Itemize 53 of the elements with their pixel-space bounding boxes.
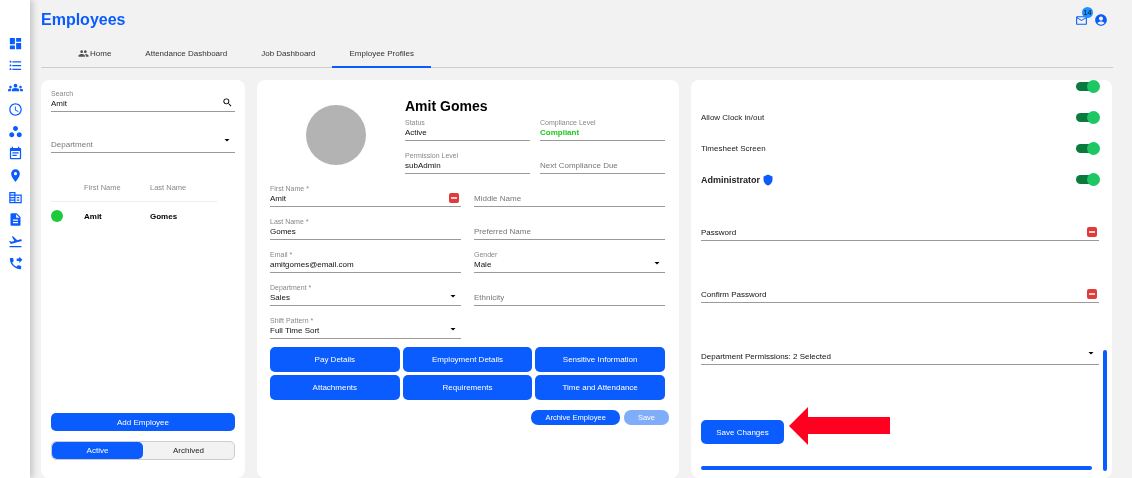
tab[interactable]: Home: [61, 41, 129, 68]
employee-name: Amit Gomes: [405, 98, 489, 114]
section-button[interactable]: Sensitive Information: [535, 347, 665, 372]
tab[interactable]: Employee Profiles: [332, 41, 431, 68]
dashboard-icon[interactable]: [7, 36, 23, 51]
dots-icon[interactable]: [1087, 227, 1097, 237]
account-icon[interactable]: [1094, 13, 1108, 27]
search-icon[interactable]: [222, 97, 233, 108]
text-field[interactable]: Ethnicity: [474, 278, 665, 306]
page-title: Employees: [41, 11, 126, 29]
section-button[interactable]: Pay Details: [270, 347, 400, 372]
shield-icon: [762, 173, 774, 186]
toggle-switch[interactable]: [1076, 175, 1098, 184]
scrollbar[interactable]: [1103, 350, 1107, 471]
clock-icon[interactable]: [7, 102, 23, 117]
dropdown-field[interactable]: Department Permissions: 2 Selected: [701, 343, 1099, 365]
section-button[interactable]: Attachments: [270, 375, 400, 400]
text-field[interactable]: Next Compliance Due: [540, 146, 665, 174]
toggle-switch[interactable]: [1076, 82, 1098, 91]
setting-label: Administrator: [701, 174, 760, 185]
table-cell-text: Amit: [84, 211, 103, 221]
text-field[interactable]: Middle Name: [474, 179, 665, 207]
add-employee-button[interactable]: Add Employee: [51, 413, 235, 431]
tab[interactable]: Job Dashboard: [244, 41, 333, 68]
status-value: Compliant: [540, 128, 580, 138]
setting-label: Timesheet Screen: [701, 144, 766, 153]
password-field[interactable]: Confirm Password: [701, 281, 1099, 303]
airplane-icon[interactable]: [7, 234, 23, 249]
calendar-icon[interactable]: [7, 146, 23, 161]
dropdown-field[interactable]: Department: [51, 131, 235, 153]
building-icon[interactable]: [7, 190, 23, 205]
avatar-placeholder: [306, 105, 366, 165]
dots-icon[interactable]: [449, 193, 459, 203]
section-button[interactable]: Employment Details: [402, 347, 533, 372]
toggle-switch[interactable]: [1076, 144, 1098, 153]
mail-icon[interactable]: [1075, 13, 1088, 27]
toggle-switch[interactable]: [1076, 113, 1098, 122]
section-button[interactable]: Time and Attendance: [535, 375, 665, 400]
dots-icon[interactable]: [7, 124, 23, 139]
text-field[interactable]: Preferred Name: [474, 212, 665, 240]
dots-icon[interactable]: [1087, 289, 1097, 299]
password-field[interactable]: Password: [701, 219, 1099, 241]
section-button[interactable]: Requirements: [402, 375, 533, 400]
setting-label: Allow Clock in/out: [701, 113, 765, 122]
people-icon: [78, 48, 89, 59]
scrollbar[interactable]: [701, 466, 1092, 470]
table-cell-text: Gomes: [150, 211, 179, 221]
list-icon[interactable]: [7, 58, 23, 73]
save-changes-button[interactable]: Save Changes: [701, 420, 784, 444]
segment-button[interactable]: Archived: [143, 442, 234, 459]
tab[interactable]: Attendance Dashboard: [128, 41, 245, 68]
phone-icon[interactable]: [7, 256, 23, 271]
segment-button[interactable]: Active: [52, 442, 143, 459]
